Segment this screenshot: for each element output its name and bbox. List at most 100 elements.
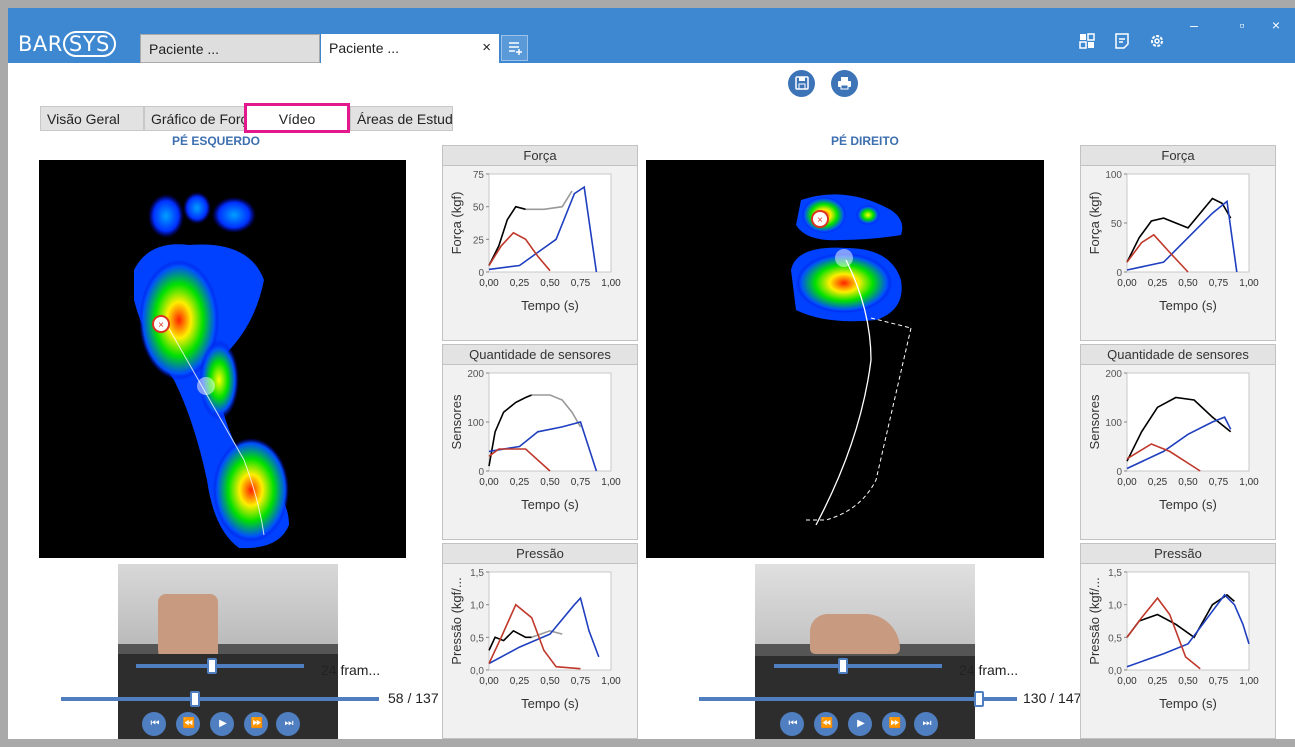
chart-title: Quantidade de sensores	[443, 345, 637, 365]
x-tick-label: 0,00	[1117, 676, 1137, 687]
left-force-chart: Força 75 50 25 0 0,00 0,25 0,50 0,75 1,00 Tempo (s…	[442, 145, 638, 341]
y-tick-label: 200	[1105, 369, 1122, 380]
right-frame-rate-handle[interactable]	[837, 658, 848, 674]
plot-area	[488, 571, 612, 671]
y-tick-label: 100	[1105, 418, 1122, 429]
first-frame-button[interactable]: ⏮	[142, 712, 166, 736]
patient-tab-2[interactable]: Paciente ... ×	[321, 34, 499, 63]
play-button[interactable]: ▶	[848, 712, 872, 736]
y-axis-label: Pressão (kgf/...	[1087, 577, 1102, 664]
close-tab-icon[interactable]: ×	[482, 39, 491, 56]
y-tick-label: 1,0	[1108, 601, 1122, 612]
plot-area	[488, 173, 612, 273]
left-timeline-slider[interactable]	[61, 697, 379, 701]
x-tick-label: 0,75	[1209, 676, 1229, 687]
title-bar: BAR SYS Paciente ... Paciente ... × – ▫ ×	[8, 8, 1295, 63]
tab-force-chart[interactable]: Gráfico de Forç	[144, 106, 246, 131]
left-frame-counter: 58 / 137	[388, 690, 439, 706]
rewind-button[interactable]: ⏪	[176, 712, 200, 736]
right-timeline-slider[interactable]	[699, 697, 1017, 701]
svg-text:×: ×	[817, 215, 823, 226]
add-tab-icon[interactable]	[501, 35, 528, 61]
chart-plot: 1,51,00,50,00,00 0,25 0,50 0,75 1,00Tempo (s…	[1087, 568, 1259, 711]
tab-video[interactable]: Vídeo	[244, 103, 350, 133]
last-frame-button[interactable]: ⏭	[276, 712, 300, 736]
y-tick-label: 1,0	[470, 601, 484, 612]
right-sensors-chart: Quantidade de sensores 200 100 0 0,00 0,25 0,5…	[1080, 344, 1276, 540]
tab-study-areas[interactable]: Áreas de Estudo	[350, 106, 453, 131]
x-tick-label: 0,75	[1209, 278, 1229, 289]
right-force-chart: Força 100 50 0 0,00 0,25 0,50 0,75 1,00 Tempo (s)…	[1080, 145, 1276, 341]
tab-label: Vídeo	[278, 111, 316, 127]
x-tick-label: 0,25	[510, 278, 530, 289]
x-axis-label: Tempo (s)	[1159, 298, 1217, 313]
last-frame-button[interactable]: ⏭	[914, 712, 938, 736]
left-frame-rate-handle[interactable]	[206, 658, 217, 674]
chart-title: Força	[1081, 146, 1275, 166]
y-axis-label: Sensores	[1087, 394, 1102, 449]
forward-button[interactable]: ⏩	[882, 712, 906, 736]
notes-icon[interactable]	[1111, 32, 1133, 54]
x-tick-label: 0,50	[540, 477, 560, 488]
chart-plot: 1,51,00,50,00,00 0,25 0,50 0,75 1,00Tempo (s…	[449, 568, 621, 711]
right-frame-rate-label: 24 fram...	[959, 662, 1019, 678]
rewind-button[interactable]: ⏪	[814, 712, 838, 736]
right-frame-rate-slider[interactable]	[774, 664, 942, 668]
save-button[interactable]	[788, 70, 815, 97]
x-tick-label: 0,75	[1209, 477, 1229, 488]
y-tick-label: 50	[473, 203, 485, 214]
x-tick-label: 0,25	[1148, 278, 1168, 289]
x-axis-label: Tempo (s)	[521, 497, 579, 512]
x-tick-label: 0,00	[1117, 477, 1137, 488]
chart-plot: 20010000,00 0,25 0,50 0,75 1,00Tempo (s)Sens…	[1087, 369, 1259, 512]
x-tick-label: 0,25	[1148, 477, 1168, 488]
x-tick-label: 1,00	[1239, 477, 1259, 488]
x-tick-label: 0,50	[540, 676, 560, 687]
x-tick-label: 0,50	[1178, 676, 1198, 687]
plot-area	[488, 372, 612, 472]
x-tick-label: 0,00	[1117, 278, 1137, 289]
x-tick-label: 0,00	[479, 676, 499, 687]
x-tick-label: 0,00	[479, 477, 499, 488]
left-timeline-handle[interactable]	[189, 691, 200, 707]
tab-label: Áreas de Estudo	[357, 111, 453, 127]
y-axis-label: Pressão (kgf/...	[449, 577, 464, 664]
chart-title: Quantidade de sensores	[1081, 345, 1275, 365]
right-foot-title: PÉ DIREITO	[831, 134, 899, 148]
app-window: BAR SYS Paciente ... Paciente ... × – ▫ × …	[8, 8, 1295, 739]
x-axis-label: Tempo (s)	[1159, 497, 1217, 512]
forward-button[interactable]: ⏩	[244, 712, 268, 736]
y-tick-label: 0,5	[1108, 633, 1122, 644]
y-tick-label: 100	[467, 418, 484, 429]
tab-overview[interactable]: Visão Geral	[40, 106, 144, 131]
x-tick-label: 0,25	[510, 676, 530, 687]
svg-text:×: ×	[158, 320, 164, 331]
y-tick-label: 1,5	[1108, 568, 1122, 579]
chart-title: Força	[443, 146, 637, 166]
patient-tab-1[interactable]: Paciente ...	[140, 34, 320, 63]
save-icon	[794, 76, 809, 90]
layout-icon[interactable]	[1076, 32, 1098, 54]
x-axis-label: Tempo (s)	[521, 298, 579, 313]
plot-area	[1126, 372, 1250, 472]
left-sensors-chart: Quantidade de sensores 200 100 0 0,00 0,25 0,5…	[442, 344, 638, 540]
x-tick-label: 1,00	[1239, 278, 1259, 289]
print-button[interactable]	[831, 70, 858, 97]
close-window-button[interactable]: ×	[1252, 8, 1295, 48]
x-tick-label: 1,00	[1239, 676, 1259, 687]
left-frame-rate-slider[interactable]	[136, 664, 304, 668]
left-pressure-map: ×	[39, 160, 406, 558]
y-tick-label: 50	[1111, 219, 1123, 230]
plot-area	[1126, 571, 1250, 671]
right-timeline-handle[interactable]	[973, 691, 984, 707]
gear-icon[interactable]	[1146, 32, 1168, 54]
minimize-button[interactable]: –	[1170, 8, 1218, 48]
print-icon	[838, 77, 851, 90]
patient-tab-label: Paciente ...	[149, 41, 220, 57]
play-button[interactable]: ▶	[210, 712, 234, 736]
y-axis-label: Sensores	[449, 394, 464, 449]
x-axis-label: Tempo (s)	[1159, 696, 1217, 711]
x-tick-label: 0,75	[571, 278, 591, 289]
first-frame-button[interactable]: ⏮	[780, 712, 804, 736]
y-tick-label: 200	[467, 369, 484, 380]
